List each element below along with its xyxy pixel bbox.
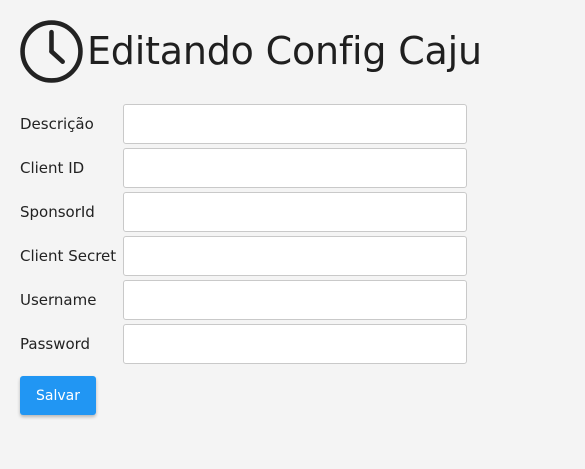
username-label: Username: [20, 291, 97, 309]
username-input[interactable]: [123, 280, 467, 320]
descricao-label: Descrição: [20, 115, 94, 133]
client-id-input[interactable]: [123, 148, 467, 188]
password-input[interactable]: [123, 324, 467, 364]
form-row-password: Password: [20, 323, 467, 365]
form-row-username: Username: [20, 279, 467, 321]
edit-config-page: Editando Config Caju Descrição Client ID…: [0, 0, 585, 469]
save-button[interactable]: Salvar: [20, 376, 96, 415]
client-secret-label: Client Secret: [20, 247, 117, 265]
sponsor-id-label: SponsorId: [20, 203, 95, 221]
sponsor-id-input[interactable]: [123, 192, 467, 232]
clock-icon: [20, 19, 83, 83]
page-title: Editando Config Caju: [87, 29, 482, 73]
form-row-client-secret: Client Secret: [20, 235, 467, 277]
descricao-input[interactable]: [123, 104, 467, 144]
header: Editando Config Caju: [19, 18, 482, 84]
client-id-label: Client ID: [20, 159, 85, 177]
config-form: Descrição Client ID SponsorId Client Sec…: [20, 103, 467, 367]
client-secret-input[interactable]: [123, 236, 467, 276]
form-row-sponsor-id: SponsorId: [20, 191, 467, 233]
form-row-descricao: Descrição: [20, 103, 467, 145]
password-label: Password: [20, 335, 91, 353]
form-row-client-id: Client ID: [20, 147, 467, 189]
